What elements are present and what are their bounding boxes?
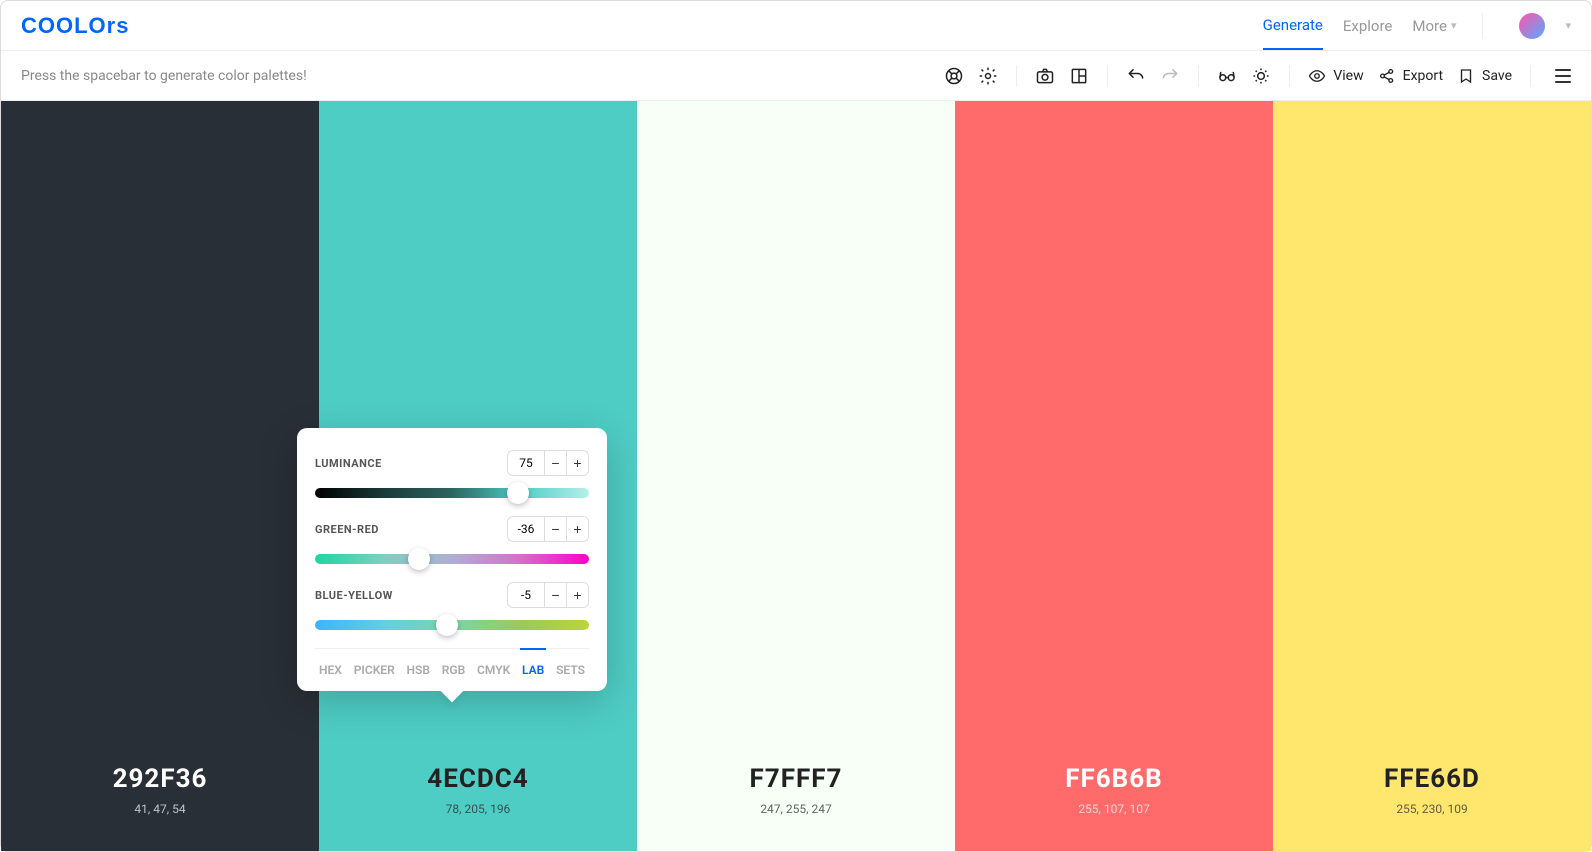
header: COOLOrs Generate Explore More ▾ ▾ [1, 1, 1591, 51]
hint-text: Press the spacebar to generate color pal… [21, 68, 307, 84]
undo-icon[interactable] [1126, 66, 1146, 86]
avatar[interactable] [1519, 13, 1545, 39]
tab-picker[interactable]: PICKER [352, 663, 397, 677]
rgb-code: 255, 107, 107 [1078, 802, 1149, 816]
export-label: Export [1403, 68, 1443, 84]
separator [1107, 65, 1108, 87]
minus-button[interactable]: − [544, 451, 566, 475]
save-label: Save [1482, 68, 1512, 84]
help-icon[interactable] [944, 66, 964, 86]
slider-label: BLUE-YELLOW [315, 589, 393, 602]
slider-track[interactable] [315, 620, 589, 630]
slider-row: BLUE-YELLOW −+ [315, 582, 589, 630]
chevron-down-icon: ▾ [1451, 19, 1457, 32]
panel-tabs: HEX PICKER HSB RGB CMYK LAB SETS [315, 648, 589, 691]
hex-code[interactable]: 292F36 [113, 764, 208, 794]
menu-icon[interactable] [1555, 69, 1571, 83]
logo[interactable]: COOLOrs [21, 13, 129, 39]
separator [1289, 65, 1290, 87]
separator [1530, 65, 1531, 87]
slider-track[interactable] [315, 554, 589, 564]
glasses-icon[interactable] [1217, 66, 1237, 86]
rgb-code: 41, 47, 54 [134, 802, 185, 816]
slider-row: GREEN-RED −+ [315, 516, 589, 564]
chevron-down-icon[interactable]: ▾ [1565, 19, 1571, 32]
stepper: −+ [507, 516, 589, 542]
hex-code[interactable]: 4ECDC4 [427, 764, 528, 794]
slider-track[interactable] [315, 488, 589, 498]
hex-code[interactable]: F7FFF7 [750, 764, 843, 794]
slider-value-input[interactable] [508, 522, 544, 536]
slider-thumb[interactable] [436, 614, 458, 636]
camera-icon[interactable] [1035, 66, 1055, 86]
rgb-code: 78, 205, 196 [446, 802, 511, 816]
sun-icon[interactable] [1251, 66, 1271, 86]
nav-more[interactable]: More ▾ [1412, 3, 1456, 49]
color-panel: LUMINANCE−+GREEN-RED−+BLUE-YELLOW−+HEXPI… [297, 428, 607, 691]
hex-code[interactable]: FF6B6B [1065, 764, 1163, 794]
view-label: View [1333, 68, 1363, 84]
save-button[interactable]: Save [1457, 67, 1512, 85]
slider-label: LUMINANCE [315, 457, 382, 470]
swatch-4[interactable]: FFE66D 255, 230, 109 [1273, 101, 1591, 851]
slider-value-input[interactable] [508, 588, 544, 602]
slider-thumb[interactable] [408, 548, 430, 570]
nav-explore[interactable]: Explore [1343, 3, 1393, 49]
plus-button[interactable]: + [566, 517, 588, 541]
tab-hex[interactable]: HEX [317, 663, 344, 677]
gear-icon[interactable] [978, 66, 998, 86]
nav-more-label: More [1412, 17, 1447, 35]
tab-hsb[interactable]: HSB [405, 663, 432, 677]
separator [1198, 65, 1199, 87]
swatch-2[interactable]: F7FFF7 247, 255, 247 [637, 101, 955, 851]
slider-thumb[interactable] [507, 482, 529, 504]
nav-generate[interactable]: Generate [1263, 2, 1323, 50]
stepper: −+ [507, 450, 589, 476]
tools: View Export Save [944, 65, 1571, 87]
collage-icon[interactable] [1069, 66, 1089, 86]
tab-cmyk[interactable]: CMYK [475, 663, 512, 677]
palette: 292F36 41, 47, 54 4ECDC4 78, 205, 196 F7FFF7… [1, 101, 1591, 851]
separator [1482, 13, 1483, 39]
swatch-3[interactable]: FF6B6B 255, 107, 107 [955, 101, 1273, 851]
tab-sets[interactable]: SETS [554, 663, 587, 677]
separator [1016, 65, 1017, 87]
redo-icon[interactable] [1160, 66, 1180, 86]
tab-rgb[interactable]: RGB [440, 663, 467, 677]
rgb-code: 255, 230, 109 [1396, 802, 1467, 816]
minus-button[interactable]: − [544, 583, 566, 607]
nav: Generate Explore More ▾ ▾ [1263, 2, 1571, 50]
stepper: −+ [507, 582, 589, 608]
tab-lab[interactable]: LAB [520, 648, 546, 677]
hex-code[interactable]: FFE66D [1384, 764, 1480, 794]
swatch-0[interactable]: 292F36 41, 47, 54 [1, 101, 319, 851]
view-button[interactable]: View [1308, 67, 1363, 85]
export-button[interactable]: Export [1378, 67, 1443, 85]
plus-button[interactable]: + [566, 583, 588, 607]
slider-row: LUMINANCE −+ [315, 450, 589, 498]
toolbar: Press the spacebar to generate color pal… [1, 51, 1591, 101]
slider-label: GREEN-RED [315, 523, 379, 536]
rgb-code: 247, 255, 247 [760, 802, 831, 816]
slider-value-input[interactable] [508, 456, 544, 470]
plus-button[interactable]: + [566, 451, 588, 475]
minus-button[interactable]: − [544, 517, 566, 541]
